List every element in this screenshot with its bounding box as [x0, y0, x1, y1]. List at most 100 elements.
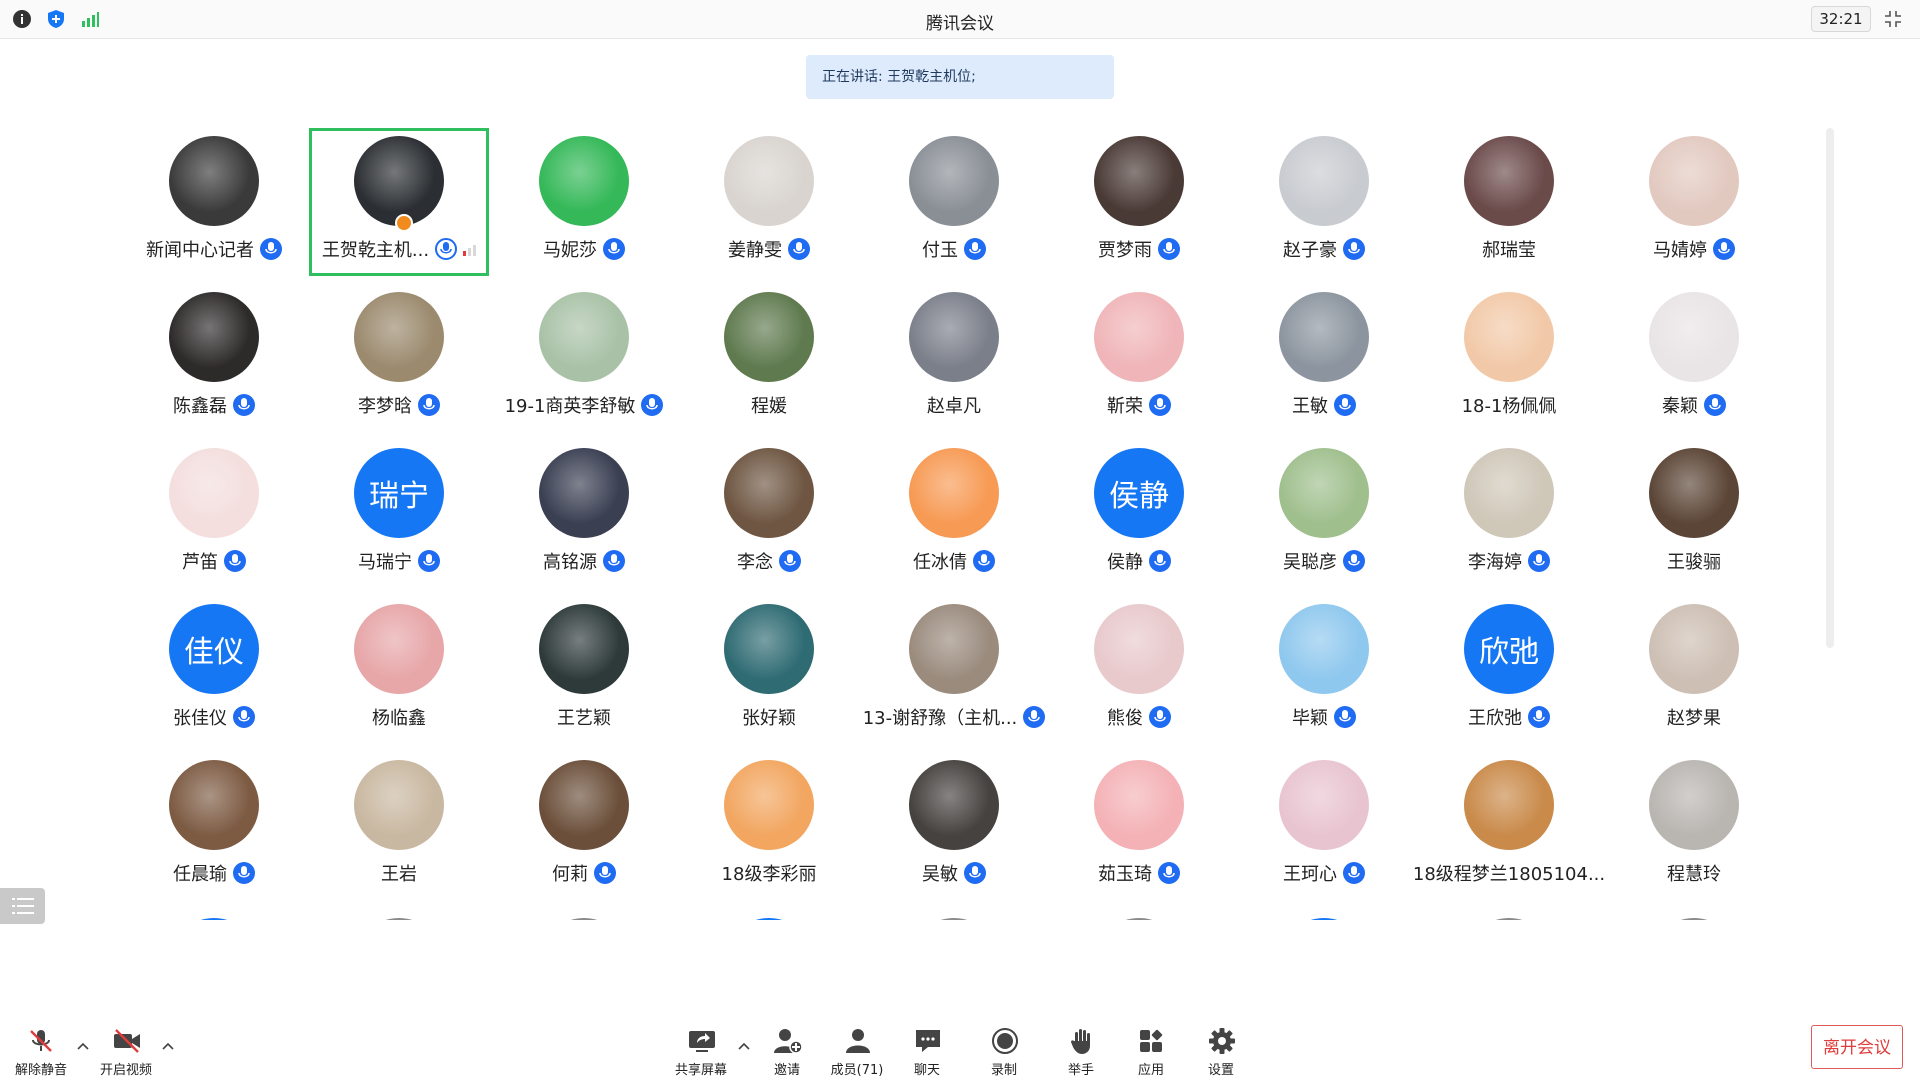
participant-tile[interactable]: 靳荣: [1049, 284, 1229, 432]
chat-button[interactable]: 聊天: [892, 1010, 962, 1080]
avatar: [724, 292, 814, 382]
participant-name: 王敏: [1292, 396, 1328, 417]
participant-tile[interactable]: 付玉: [864, 128, 1044, 276]
participant-tile[interactable]: 贾梦雨: [1049, 128, 1229, 276]
members-button[interactable]: 成员(71): [822, 1010, 892, 1080]
participant-name: 王岩: [381, 864, 417, 885]
participant-tile[interactable]: 高铭源: [494, 440, 674, 588]
participant-tile[interactable]: 李海婷: [1419, 440, 1599, 588]
participant-tile[interactable]: 张好颖: [679, 596, 859, 744]
participant-tile[interactable]: 王珂心: [1234, 752, 1414, 900]
invite-button[interactable]: 邀请: [752, 1010, 822, 1080]
share-screen-button[interactable]: 共享屏幕: [666, 1010, 736, 1080]
leave-meeting-button[interactable]: 离开会议: [1811, 1025, 1903, 1069]
mic-icon: [224, 550, 246, 572]
mic-icon: [233, 862, 255, 884]
participant-tile[interactable]: 王艺颖: [494, 596, 674, 744]
avatar: [354, 136, 444, 226]
avatar: [539, 760, 629, 850]
participant-tile[interactable]: 新闻中心记者: [124, 128, 304, 276]
participant-name: 郝瑞莹: [1482, 240, 1536, 261]
participant-tile[interactable]: 王岩: [309, 752, 489, 900]
participant-name: 贾梦雨: [1098, 240, 1152, 261]
avatar: [1649, 136, 1739, 226]
chevron-up-icon[interactable]: [161, 1040, 175, 1054]
settings-button[interactable]: 设置: [1186, 1010, 1256, 1080]
participant-tile[interactable]: 王贺乾主机...: [309, 128, 489, 276]
participant-tile[interactable]: 赵梦果: [1604, 596, 1784, 744]
chevron-up-icon[interactable]: [737, 1040, 751, 1054]
avatar-peek: [354, 918, 444, 920]
participant-tile[interactable]: 陈鑫磊: [124, 284, 304, 432]
avatar: [169, 136, 259, 226]
participant-grid: 新闻中心记者 王贺乾主机... 马妮莎 姜静雯 付玉 贾梦雨 赵子豪 郝瑞莹 马婧婷陈鑫磊 李梦晗…: [0, 0, 1920, 920]
bottom-toolbar: 解除静音 开启视频 共享屏幕 邀请 成员(71) 聊天 录制 举手 应用 设置: [0, 1010, 1920, 1080]
participant-name: 李海婷: [1468, 552, 1522, 573]
avatar: [1464, 448, 1554, 538]
participant-tile[interactable]: 侯静 侯静: [1049, 440, 1229, 588]
members-icon: [846, 1029, 870, 1053]
signal-strength-icon: [463, 242, 477, 256]
participant-tile[interactable]: 任晨瑜: [124, 752, 304, 900]
avatar: [1649, 292, 1739, 382]
participant-tile[interactable]: 程媛: [679, 284, 859, 432]
record-button[interactable]: 录制: [969, 1010, 1039, 1080]
participant-tile[interactable]: 吴聪彦: [1234, 440, 1414, 588]
mic-icon: [973, 550, 995, 572]
participant-name: 张好颖: [742, 708, 796, 729]
participant-tile[interactable]: 芦笛: [124, 440, 304, 588]
avatar: [1464, 760, 1554, 850]
participant-tile[interactable]: 任冰倩: [864, 440, 1044, 588]
participant-tile[interactable]: 19-1商英李舒敏: [494, 284, 674, 432]
unmute-button[interactable]: 解除静音: [6, 1010, 76, 1080]
participant-tile[interactable]: 茹玉琦: [1049, 752, 1229, 900]
participant-tile[interactable]: 13-谢舒豫（主机...: [863, 596, 1046, 744]
participant-tile[interactable]: 姜静雯: [679, 128, 859, 276]
avatar: [1464, 292, 1554, 382]
participant-tile[interactable]: 赵卓凡: [864, 284, 1044, 432]
participant-tile[interactable]: 程慧玲: [1604, 752, 1784, 900]
participant-tile[interactable]: 瑞宁 马瑞宁: [309, 440, 489, 588]
grid-scrollbar[interactable]: [1826, 128, 1834, 648]
avatar-peek: [1649, 918, 1739, 920]
participant-tile[interactable]: 欣弛 王欣弛: [1419, 596, 1599, 744]
avatar: [909, 760, 999, 850]
avatar: 欣弛: [1464, 604, 1554, 694]
avatar-peek: [909, 918, 999, 920]
participant-tile[interactable]: 18-1杨佩佩: [1419, 284, 1599, 432]
mic-icon: [260, 238, 282, 260]
participant-tile[interactable]: 赵子豪: [1234, 128, 1414, 276]
participant-tile[interactable]: 毕颖: [1234, 596, 1414, 744]
participant-tile[interactable]: 佳仪 张佳仪: [124, 596, 304, 744]
participant-tile[interactable]: 秦颖: [1604, 284, 1784, 432]
avatar: [1464, 136, 1554, 226]
raise-hand-button[interactable]: 举手: [1046, 1010, 1116, 1080]
participant-name: 张佳仪: [173, 708, 227, 729]
participant-tile[interactable]: 郝瑞莹: [1419, 128, 1599, 276]
avatar: [909, 604, 999, 694]
participant-name: 陈鑫磊: [173, 396, 227, 417]
add-user-icon: [774, 1029, 803, 1054]
participant-tile[interactable]: 王敏: [1234, 284, 1414, 432]
list-view-toggle[interactable]: [0, 888, 45, 924]
participant-tile[interactable]: 熊俊: [1049, 596, 1229, 744]
mic-icon: [435, 238, 458, 260]
participant-name: 马妮莎: [543, 240, 597, 261]
participant-tile[interactable]: 杨临鑫: [309, 596, 489, 744]
mic-icon: [1343, 550, 1365, 572]
participant-tile[interactable]: 18级李彩丽: [679, 752, 859, 900]
participant-tile[interactable]: 18级程梦兰1805104...: [1413, 752, 1605, 900]
start-video-button[interactable]: 开启视频: [91, 1010, 161, 1080]
participant-tile[interactable]: 马婧婷: [1604, 128, 1784, 276]
mic-icon: [603, 238, 625, 260]
participant-name: 姜静雯: [728, 240, 782, 261]
chevron-up-icon[interactable]: [76, 1040, 90, 1054]
participant-tile[interactable]: 李念: [679, 440, 859, 588]
participant-tile[interactable]: 李梦晗: [309, 284, 489, 432]
participant-tile[interactable]: 王骏骊: [1604, 440, 1784, 588]
participant-tile[interactable]: 吴敏: [864, 752, 1044, 900]
avatar: [1279, 136, 1369, 226]
participant-tile[interactable]: 马妮莎: [494, 128, 674, 276]
apps-button[interactable]: 应用: [1116, 1010, 1186, 1080]
participant-tile[interactable]: 何莉: [494, 752, 674, 900]
